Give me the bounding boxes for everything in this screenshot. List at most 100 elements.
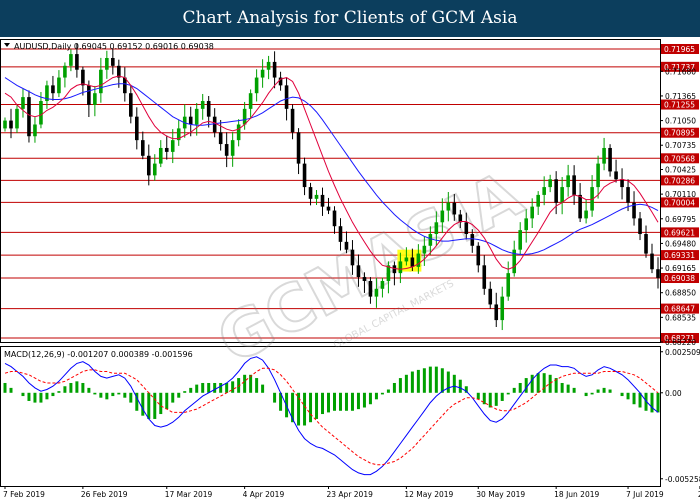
candle-body-35 bbox=[212, 116, 217, 133]
candle-body-100 bbox=[602, 147, 606, 164]
candle-body-86 bbox=[518, 230, 523, 250]
candle-body-15 bbox=[93, 93, 97, 105]
candle-body-90 bbox=[542, 187, 546, 195]
level-label-4: 0.70568 bbox=[664, 154, 695, 163]
candle-body-80 bbox=[482, 265, 487, 289]
candle-body-38 bbox=[230, 140, 235, 156]
candle-body-82 bbox=[494, 304, 499, 321]
candle-body-10 bbox=[63, 65, 67, 78]
level-label-10: 0.68647 bbox=[664, 305, 695, 314]
candle-body-11 bbox=[69, 54, 73, 66]
candle-body-27 bbox=[164, 147, 169, 152]
candle-body-1 bbox=[9, 120, 13, 129]
candle-body-52 bbox=[314, 194, 319, 199]
price-tick-label-2: 0.71050 bbox=[665, 117, 696, 126]
candle-body-5 bbox=[33, 124, 37, 137]
macd-tick-label-0: 0.002509 bbox=[665, 348, 700, 357]
candle-body-95 bbox=[572, 175, 576, 195]
candle-body-42 bbox=[254, 77, 259, 94]
macd-info: MACD(12,26,9) -0.001207 0.000389 -0.0015… bbox=[4, 350, 193, 359]
candle-body-56 bbox=[338, 226, 343, 242]
banner-title: Chart Analysis for Clients of GCM Asia bbox=[0, 0, 700, 37]
candle-body-70 bbox=[422, 245, 427, 254]
candle-body-89 bbox=[536, 194, 540, 207]
candle-body-72 bbox=[434, 222, 439, 235]
time-tick-label-5: 12 May 2019 bbox=[404, 490, 453, 499]
macd-tick-label-2: -0.005258 bbox=[665, 475, 700, 484]
candle-body-18 bbox=[111, 57, 115, 66]
level-label-7: 0.69621 bbox=[664, 228, 695, 237]
candle-body-83 bbox=[500, 296, 505, 321]
candle-body-4 bbox=[27, 97, 31, 137]
candle-body-23 bbox=[140, 140, 145, 156]
candle-body-101 bbox=[608, 147, 612, 172]
level-label-0: 0.71965 bbox=[664, 45, 695, 54]
candle-body-33 bbox=[200, 101, 205, 109]
candle-body-9 bbox=[57, 77, 61, 94]
candle-body-60 bbox=[362, 277, 367, 281]
level-label-6: 0.70004 bbox=[664, 198, 695, 207]
candle-body-75 bbox=[452, 202, 457, 215]
candle-body-16 bbox=[99, 69, 103, 94]
candle-body-79 bbox=[476, 245, 481, 266]
candle-body-17 bbox=[105, 57, 109, 70]
candle-body-26 bbox=[158, 147, 163, 164]
candle-body-53 bbox=[320, 194, 325, 207]
time-tick-label-3: 4 Apr 2019 bbox=[243, 490, 285, 499]
candle-body-39 bbox=[236, 124, 241, 141]
candle-body-41 bbox=[248, 93, 253, 109]
time-tick-label-7: 18 Jun 2019 bbox=[554, 490, 599, 499]
candle-body-34 bbox=[206, 101, 211, 117]
candle-body-106 bbox=[638, 218, 642, 235]
candle-body-54 bbox=[326, 206, 331, 211]
price-tick-label-10: 0.68535 bbox=[665, 313, 696, 322]
candle-body-59 bbox=[356, 265, 361, 278]
candle-body-81 bbox=[488, 288, 493, 305]
time-tick-label-4: 23 Apr 2019 bbox=[327, 490, 374, 499]
candle-body-22 bbox=[135, 116, 139, 141]
price-tick-label-9: 0.68850 bbox=[665, 289, 696, 298]
level-label-2: 0.71255 bbox=[664, 101, 695, 110]
candle-body-47 bbox=[284, 85, 289, 109]
candle-body-66 bbox=[398, 261, 403, 274]
candle-body-6 bbox=[39, 101, 43, 125]
candle-body-0 bbox=[3, 120, 7, 129]
time-tick-label-1: 26 Feb 2019 bbox=[81, 490, 128, 499]
price-tick-label-5: 0.70110 bbox=[665, 190, 696, 199]
level-label-8: 0.69331 bbox=[664, 251, 695, 260]
candle-body-51 bbox=[308, 187, 313, 199]
candle-body-71 bbox=[428, 234, 433, 246]
candle-body-103 bbox=[620, 179, 624, 188]
time-tick-label-2: 17 Mar 2019 bbox=[165, 490, 213, 499]
candle-body-48 bbox=[290, 108, 295, 133]
time-tick-label-0: 7 Feb 2019 bbox=[3, 490, 45, 499]
candle-body-96 bbox=[578, 194, 582, 219]
candle-body-61 bbox=[368, 280, 373, 297]
candle-body-49 bbox=[296, 132, 301, 164]
candle-body-50 bbox=[302, 163, 307, 188]
candle-body-74 bbox=[446, 202, 451, 211]
candle-body-88 bbox=[530, 206, 534, 219]
candle-body-31 bbox=[188, 116, 193, 125]
candle-body-84 bbox=[506, 273, 511, 297]
candle-body-12 bbox=[75, 54, 79, 70]
candle-body-93 bbox=[560, 187, 564, 203]
candle-body-2 bbox=[15, 108, 19, 129]
candle-body-109 bbox=[656, 269, 660, 278]
candle-body-44 bbox=[266, 61, 271, 70]
candle-body-57 bbox=[344, 241, 349, 250]
price-tick-label-7: 0.69480 bbox=[665, 239, 696, 248]
candle-body-63 bbox=[380, 280, 385, 289]
candle-body-32 bbox=[194, 108, 199, 125]
price-tick-label-3: 0.70735 bbox=[665, 141, 696, 150]
candle-body-40 bbox=[242, 108, 247, 125]
candle-body-68 bbox=[410, 257, 415, 267]
candle-body-45 bbox=[272, 61, 277, 78]
price-tick-label-8: 0.69165 bbox=[665, 264, 696, 273]
candle-body-94 bbox=[566, 175, 570, 188]
candle-body-87 bbox=[524, 218, 528, 231]
candle-body-25 bbox=[152, 163, 157, 176]
level-label-9: 0.69038 bbox=[664, 274, 695, 283]
price-tick-label-6: 0.69795 bbox=[665, 215, 696, 224]
candle-body-97 bbox=[584, 210, 588, 219]
